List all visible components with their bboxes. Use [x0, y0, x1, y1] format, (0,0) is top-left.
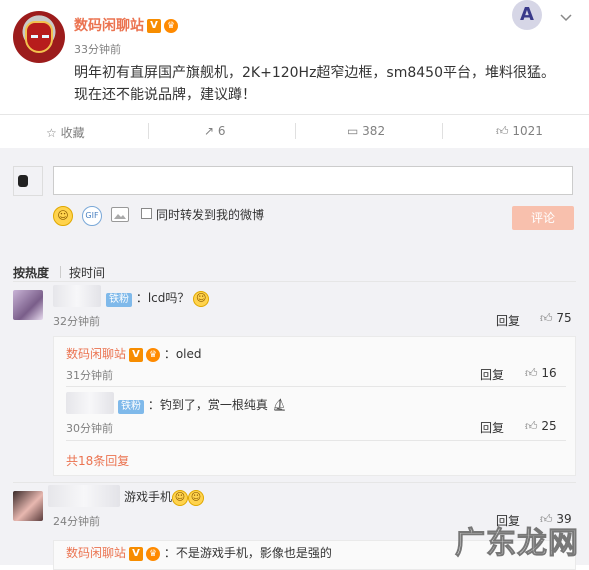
gif-icon[interactable]: GIF — [82, 206, 102, 226]
comment-text: ：lcd吗？ — [135, 291, 190, 305]
verified-icon: V — [129, 347, 144, 362]
verified-icon: V — [147, 19, 161, 33]
like-button[interactable]: 👍︎ 1021 — [496, 124, 543, 139]
post-text: 明年初有直屏国产旗舰机，2K+120Hz超窄边框，sm8450平台，堆料很猛。现… — [74, 65, 555, 103]
star-icon: ☆ — [46, 126, 57, 140]
divider — [13, 281, 576, 282]
comment-line: 游戏手机 ☺ ☺ — [124, 488, 205, 506]
submit-comment-button[interactable]: 评论 — [512, 206, 574, 230]
comment-time: 24分钟前 — [53, 515, 100, 528]
post-time[interactable]: 33分钟前 — [74, 41, 121, 57]
reply-like-count: 16 — [541, 366, 557, 380]
avengers-logo-icon[interactable]: A — [512, 0, 542, 30]
divider — [66, 440, 566, 441]
reply-time: 30分钟前 — [66, 422, 113, 435]
comment-button[interactable]: ▭ 382 — [347, 124, 385, 138]
more-replies-link[interactable]: 共18条回复 — [66, 452, 129, 469]
verified-icon: V — [129, 546, 144, 561]
reply-line: 数码闲聊站 V ♛ ：不是游戏手机，影像也是强的 — [66, 544, 332, 561]
comment-count: 382 — [362, 124, 386, 138]
watermark: 广东龙网 — [455, 526, 579, 562]
reply-like-button[interactable]: 👍︎ 25 — [525, 419, 557, 434]
thumbs-up-icon: 👍︎ — [540, 311, 553, 325]
sort-divider — [60, 266, 61, 278]
reply-author[interactable]: 数码闲聊站 — [66, 347, 126, 361]
crown-icon: ♛ — [164, 19, 178, 33]
blurred-username[interactable] — [48, 485, 120, 507]
smile-emoji-icon: ☺ — [193, 290, 210, 307]
repost-count: 6 — [217, 124, 226, 138]
commenter-avatar[interactable] — [13, 491, 43, 521]
comment-input[interactable] — [53, 166, 573, 195]
reply-like-count: 25 — [541, 419, 557, 433]
smile-icon[interactable]: ☺ — [53, 206, 73, 226]
repost-button[interactable]: ↗ 6 — [204, 124, 226, 138]
blurred-username[interactable] — [53, 285, 101, 307]
reply-button[interactable]: 回复 — [480, 419, 504, 436]
reply-button[interactable]: 回复 — [496, 312, 520, 329]
author-avatar[interactable] — [13, 11, 65, 63]
favorite-button[interactable]: ☆ 收藏 — [46, 124, 85, 141]
reply-text: ：钓到了，赏一根纯真 — [147, 398, 268, 412]
comment-like-count: 75 — [556, 311, 572, 325]
share-icon: ↗ — [204, 124, 215, 138]
post-author[interactable]: 数码闲聊站 V ♛ — [74, 15, 178, 35]
image-icon[interactable] — [111, 207, 129, 222]
commenter-avatar[interactable] — [13, 290, 43, 320]
reply-author[interactable]: 数码闲聊站 — [66, 546, 126, 560]
favorite-label: 收藏 — [60, 126, 85, 140]
current-user-avatar — [13, 166, 43, 196]
thumbs-up-icon: 👍︎ — [496, 124, 509, 138]
comment-time: 32分钟前 — [53, 315, 100, 328]
reply-line: 铁粉 ：钓到了，赏一根纯真 ⛵︎ — [118, 396, 287, 414]
blurred-username[interactable] — [66, 392, 114, 414]
reply-like-button[interactable]: 👍︎ 16 — [525, 366, 557, 381]
laugh-emoji-icon: ☺ — [188, 489, 205, 506]
divider — [13, 482, 576, 483]
crown-icon: ♛ — [146, 546, 161, 561]
reply-time: 31分钟前 — [66, 369, 113, 382]
fan-badge: 铁粉 — [118, 400, 144, 414]
comment-like-button[interactable]: 👍︎ 75 — [540, 311, 572, 326]
action-bar: ☆ 收藏 ↗ 6 ▭ 382 👍︎ 1021 — [0, 114, 589, 148]
divider — [66, 386, 566, 387]
thumbs-up-icon: 👍︎ — [525, 419, 538, 433]
like-count: 1021 — [512, 124, 543, 138]
reply-button[interactable]: 回复 — [480, 366, 504, 383]
chevron-down-icon[interactable] — [560, 10, 572, 26]
sort-by-time-tab[interactable]: 按时间 — [69, 264, 105, 281]
comment-icon: ▭ — [347, 124, 359, 138]
boat-emoji-icon: ⛵︎ — [271, 398, 287, 412]
thumbs-up-icon: 👍︎ — [525, 366, 538, 380]
fan-badge: 铁粉 — [106, 293, 132, 307]
sort-by-hot-tab[interactable]: 按热度 — [13, 264, 49, 281]
also-repost-label: 同时转发到我的微博 — [156, 208, 265, 222]
comment-line: 铁粉 ：lcd吗？ ☺ — [106, 289, 210, 307]
comment-text: 游戏手机 — [124, 490, 173, 504]
reply-text: ：oled — [163, 347, 202, 361]
post-author-name[interactable]: 数码闲聊站 — [74, 18, 144, 34]
crown-icon: ♛ — [146, 347, 161, 362]
laugh-emoji-icon: ☺ — [172, 489, 189, 506]
reply-text: ：不是游戏手机，影像也是强的 — [163, 546, 332, 560]
reply-line: 数码闲聊站 V ♛ ：oled — [66, 345, 202, 362]
also-repost-checkbox[interactable] — [141, 208, 152, 219]
